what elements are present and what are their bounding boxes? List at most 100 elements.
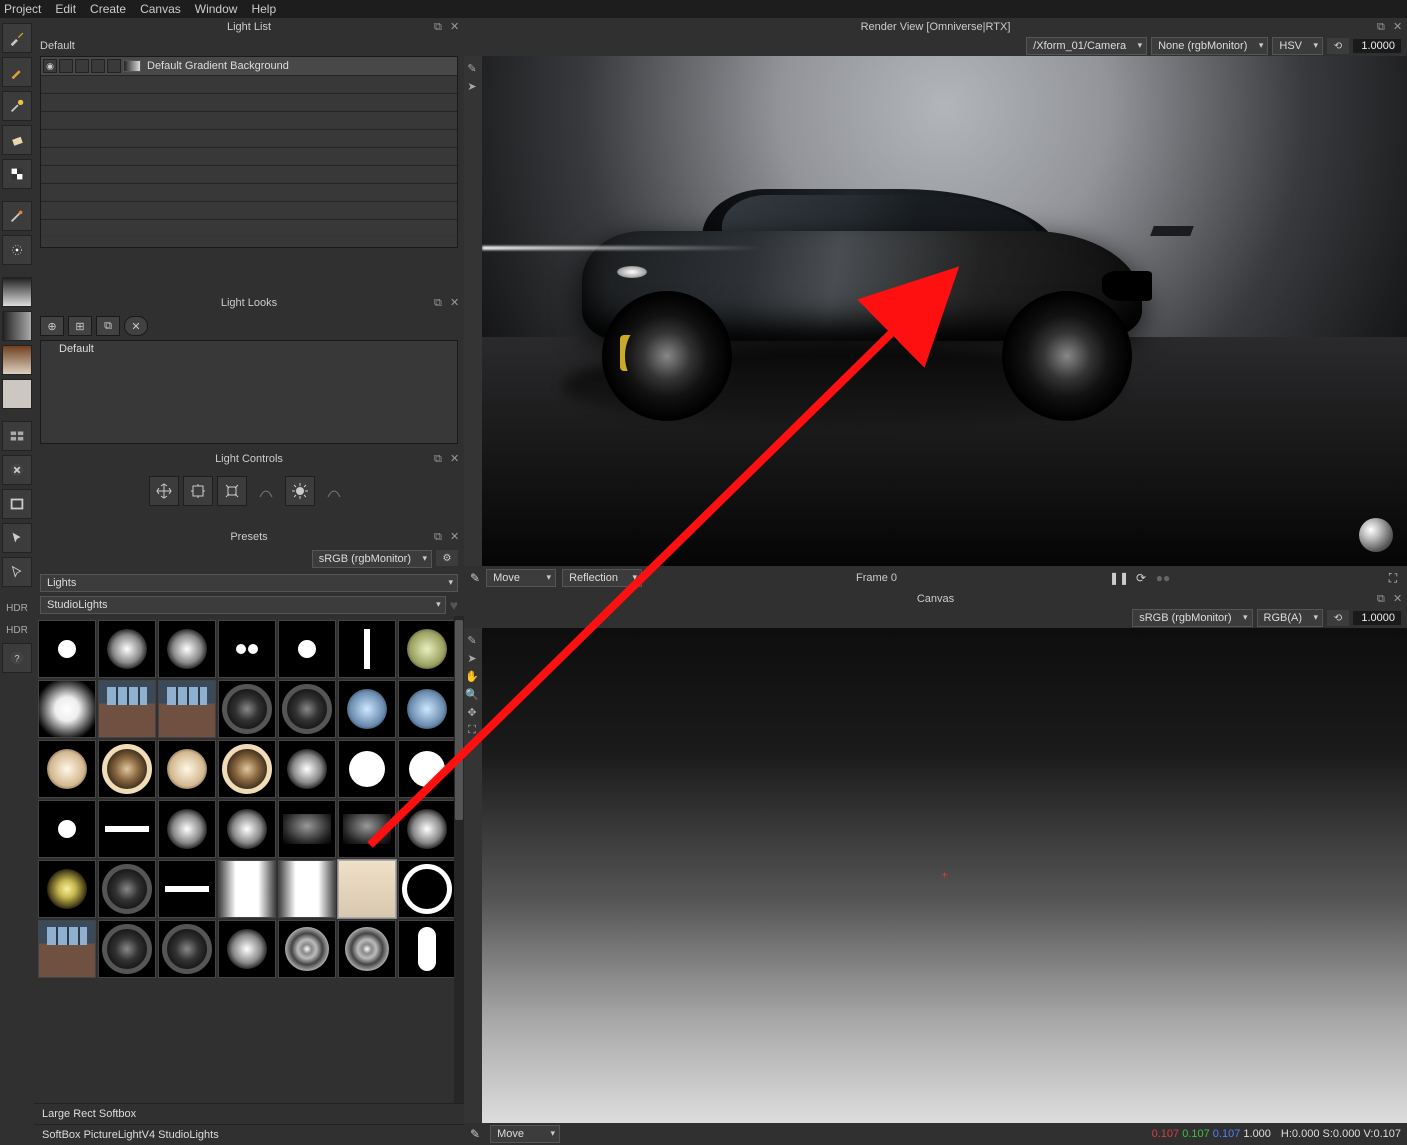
mini-zoom-icon[interactable]: 🔍	[464, 686, 480, 702]
preset-thumb[interactable]	[158, 920, 216, 978]
preset-thumb[interactable]	[98, 620, 156, 678]
presets-sub-dropdown[interactable]: StudioLights	[40, 596, 446, 614]
light-list-row[interactable]: ◉ Default Gradient Background	[41, 57, 457, 75]
popout-icon[interactable]: ⧉	[434, 298, 444, 308]
preset-thumb[interactable]	[398, 860, 456, 918]
brush-tool-icon[interactable]	[2, 23, 32, 53]
preset-thumb[interactable]	[218, 920, 276, 978]
row-opt2-icon[interactable]	[75, 59, 89, 73]
control-move-icon[interactable]	[149, 476, 179, 506]
menu-project[interactable]: Project	[4, 2, 41, 16]
spark-tool-icon[interactable]	[2, 91, 32, 121]
layout-icon[interactable]	[2, 421, 32, 451]
camera-dropdown[interactable]: /Xform_01/Camera	[1026, 37, 1147, 55]
mini-cursor-icon[interactable]: ➤	[464, 78, 480, 94]
rect-tool-icon[interactable]	[2, 489, 32, 519]
preset-thumb[interactable]	[158, 680, 216, 738]
preset-thumb[interactable]	[398, 800, 456, 858]
expand-icon[interactable]: ⛶	[1385, 570, 1401, 586]
row-eye-icon[interactable]: ◉	[43, 59, 57, 73]
presets-category-dropdown[interactable]: Lights	[40, 574, 458, 592]
preset-thumb[interactable]	[398, 920, 456, 978]
preset-thumb[interactable]	[218, 800, 276, 858]
preset-thumb[interactable]	[338, 620, 396, 678]
exposure-value[interactable]: 1.0000	[1353, 39, 1401, 53]
preset-thumb[interactable]	[278, 740, 336, 798]
preset-thumb[interactable]	[38, 740, 96, 798]
menu-help[interactable]: Help	[251, 2, 276, 16]
preset-thumb[interactable]	[38, 860, 96, 918]
checker-tool-icon[interactable]	[2, 159, 32, 189]
control-curve-icon[interactable]	[251, 476, 281, 506]
cursor2-tool-icon[interactable]	[2, 557, 32, 587]
canvas-tool-dropdown[interactable]: Move	[490, 1125, 560, 1143]
preset-thumb[interactable]	[338, 860, 396, 918]
row-opt4-icon[interactable]	[107, 59, 121, 73]
presets-gear-icon[interactable]: ⚙	[436, 550, 458, 566]
popout-icon[interactable]: ⧉	[1377, 594, 1387, 604]
preset-thumb[interactable]	[98, 680, 156, 738]
menu-canvas[interactable]: Canvas	[140, 2, 181, 16]
preset-thumb[interactable]	[278, 680, 336, 738]
looks-delete-icon[interactable]: ✕	[124, 316, 148, 336]
preset-thumb[interactable]	[38, 800, 96, 858]
preset-thumb[interactable]	[218, 740, 276, 798]
link-icon[interactable]: ⟲	[1327, 38, 1349, 54]
preset-thumb[interactable]	[218, 860, 276, 918]
canvas-monitor-dropdown[interactable]: sRGB (rgbMonitor)	[1132, 609, 1252, 627]
preset-thumb[interactable]	[338, 920, 396, 978]
preset-thumb[interactable]	[398, 620, 456, 678]
pause-icon[interactable]: ❚❚	[1111, 570, 1127, 586]
control-curve2-icon[interactable]	[319, 476, 349, 506]
mode-dropdown[interactable]: Reflection	[562, 569, 642, 587]
preset-thumb[interactable]	[98, 740, 156, 798]
looks-dup-icon[interactable]: ⧉	[96, 316, 120, 336]
rec-dots-icon[interactable]: ●●	[1155, 570, 1171, 586]
monitor-dropdown[interactable]: None (rgbMonitor)	[1151, 37, 1268, 55]
preset-thumb[interactable]	[278, 620, 336, 678]
row-opt3-icon[interactable]	[91, 59, 105, 73]
mini-brush-icon[interactable]: ✎	[464, 60, 480, 76]
presets-monitor-dropdown[interactable]: sRGB (rgbMonitor)	[312, 550, 432, 568]
canvas-link-icon[interactable]: ⟲	[1327, 610, 1349, 626]
preset-thumb[interactable]	[38, 680, 96, 738]
preset-thumb[interactable]	[38, 920, 96, 978]
preset-thumb[interactable]	[98, 860, 156, 918]
close-icon[interactable]: ✕	[450, 532, 460, 542]
menu-edit[interactable]: Edit	[55, 2, 76, 16]
popout-icon[interactable]: ⧉	[434, 532, 444, 542]
preset-thumb[interactable]	[278, 800, 336, 858]
favorite-icon[interactable]: ♥	[450, 597, 458, 613]
preset-thumb[interactable]	[338, 800, 396, 858]
hdr2-icon[interactable]: HDR	[2, 621, 32, 639]
refresh-icon[interactable]: ⟳	[1133, 570, 1149, 586]
canvas-brush-icon[interactable]: ✎	[470, 1127, 480, 1141]
menu-create[interactable]: Create	[90, 2, 126, 16]
looks-add-icon[interactable]: ⊕	[40, 316, 64, 336]
preset-thumb[interactable]	[98, 800, 156, 858]
close-icon[interactable]: ✕	[450, 298, 460, 308]
popout-icon[interactable]: ⧉	[434, 22, 444, 32]
preset-thumb[interactable]	[398, 740, 456, 798]
mini-fit-icon[interactable]: ⛶	[464, 722, 480, 738]
mini-hand-icon[interactable]: ✋	[464, 668, 480, 684]
preset-thumb[interactable]	[278, 860, 336, 918]
close-icon[interactable]: ✕	[450, 22, 460, 32]
close-icon[interactable]: ✕	[450, 454, 460, 464]
preset-thumb[interactable]	[338, 740, 396, 798]
control-rotate-icon[interactable]	[217, 476, 247, 506]
preset-thumb[interactable]	[218, 680, 276, 738]
gradient-c-icon[interactable]	[2, 345, 32, 375]
help-icon[interactable]: ?	[2, 643, 32, 673]
popout-icon[interactable]: ⧉	[434, 454, 444, 464]
light-list[interactable]: ◉ Default Gradient Background	[40, 56, 458, 248]
preset-thumb[interactable]	[158, 860, 216, 918]
preset-thumb[interactable]	[158, 800, 216, 858]
eraser-tool-icon[interactable]	[2, 125, 32, 155]
preset-thumb[interactable]	[98, 920, 156, 978]
spray-tool-icon[interactable]	[2, 235, 32, 265]
presets-scrollbar[interactable]	[454, 616, 464, 1103]
render-viewport[interactable]	[482, 56, 1407, 566]
colorspace-dropdown[interactable]: HSV	[1272, 37, 1323, 55]
mini-move-icon[interactable]: ✥	[464, 704, 480, 720]
